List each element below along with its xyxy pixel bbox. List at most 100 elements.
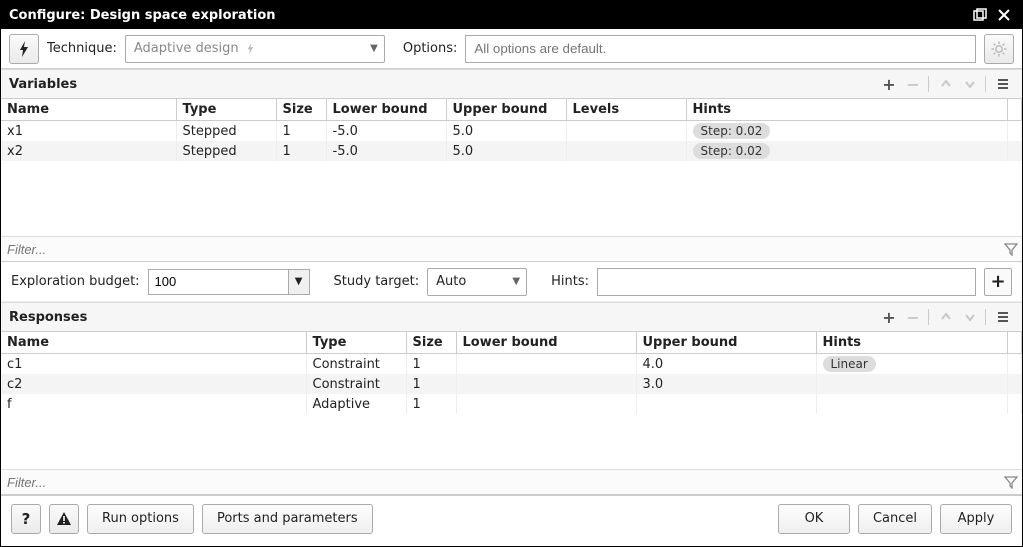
chevron-down-icon: ▼ (512, 276, 520, 287)
variables-add-button[interactable]: + (878, 73, 900, 95)
cell-hints[interactable] (816, 374, 1008, 394)
run-options-button[interactable]: Run options (87, 504, 194, 534)
title-bar: Configure: Design space exploration (1, 1, 1022, 29)
filter-icon[interactable] (1004, 242, 1018, 256)
close-icon[interactable] (994, 5, 1014, 25)
col-levels[interactable]: Levels (566, 99, 686, 121)
separator (928, 309, 929, 325)
options-label: Options: (403, 41, 458, 56)
options-input[interactable] (465, 35, 976, 63)
col-hints[interactable]: Hints (816, 332, 1008, 354)
cell-hints[interactable]: Step: 0.02 (686, 141, 1008, 161)
study-label: Study target: (334, 274, 420, 289)
help-button[interactable]: ? (11, 504, 41, 534)
variables-filter-input[interactable] (5, 240, 1018, 259)
cell-name[interactable]: x1 (1, 121, 176, 141)
cell-hints[interactable]: Step: 0.02 (686, 121, 1008, 141)
cell-lower[interactable]: -5.0 (326, 141, 446, 161)
filter-icon[interactable] (1004, 475, 1018, 489)
hints-add-button[interactable]: + (984, 268, 1012, 296)
col-hints[interactable]: Hints (686, 99, 1008, 121)
budget-spinner[interactable]: ▼ (288, 269, 310, 295)
variables-filter-row (1, 236, 1022, 262)
warning-button[interactable] (49, 504, 79, 534)
col-type[interactable]: Type (176, 99, 276, 121)
footer-bar: ? Run options Ports and parameters OK Ca… (1, 495, 1022, 541)
ok-button[interactable]: OK (778, 504, 850, 534)
cell-size[interactable]: 1 (276, 141, 326, 161)
table-row[interactable]: c2 Constraint 1 3.0 (1, 374, 1022, 394)
cell-lower[interactable] (456, 394, 636, 414)
responses-move-down-button[interactable] (959, 306, 981, 328)
variables-move-down-button[interactable] (959, 73, 981, 95)
col-lower[interactable]: Lower bound (326, 99, 446, 121)
col-upper[interactable]: Upper bound (446, 99, 566, 121)
col-tail (1008, 332, 1022, 354)
col-upper[interactable]: Upper bound (636, 332, 816, 354)
cell-upper[interactable]: 5.0 (446, 121, 566, 141)
col-name[interactable]: Name (1, 99, 176, 121)
chevron-down-icon: ▼ (370, 43, 378, 54)
cell-name[interactable]: c1 (1, 354, 306, 374)
cell-lower[interactable] (456, 354, 636, 374)
cell-name[interactable]: x2 (1, 141, 176, 161)
cell-size[interactable]: 1 (276, 121, 326, 141)
cell-levels[interactable] (566, 121, 686, 141)
separator (985, 76, 986, 92)
apply-button[interactable]: Apply (940, 504, 1012, 534)
cell-type[interactable]: Constraint (306, 354, 406, 374)
cell-type[interactable]: Constraint (306, 374, 406, 394)
col-size[interactable]: Size (406, 332, 456, 354)
responses-menu-button[interactable] (992, 306, 1014, 328)
settings-gear-button[interactable] (984, 34, 1014, 64)
cell-size[interactable]: 1 (406, 354, 456, 374)
responses-filter-input[interactable] (5, 473, 1018, 492)
table-row[interactable]: x2 Stepped 1 -5.0 5.0 Step: 0.02 (1, 141, 1022, 161)
window-title: Configure: Design space exploration (9, 8, 276, 23)
col-type[interactable]: Type (306, 332, 406, 354)
ports-parameters-button[interactable]: Ports and parameters (202, 504, 373, 534)
col-name[interactable]: Name (1, 332, 306, 354)
hint-pill: Step: 0.02 (693, 123, 771, 139)
middle-controls: Exploration budget: ▼ Study target: Auto… (1, 262, 1022, 302)
table-row[interactable]: f Adaptive 1 (1, 394, 1022, 414)
col-lower[interactable]: Lower bound (456, 332, 636, 354)
maximize-icon[interactable] (970, 5, 990, 25)
cell-hints[interactable] (816, 394, 1008, 414)
cell-upper[interactable] (636, 394, 816, 414)
study-target-select[interactable]: Auto ▼ (427, 268, 527, 296)
responses-move-up-button[interactable] (935, 306, 957, 328)
variables-title: Variables (9, 77, 77, 92)
cell-type[interactable]: Stepped (176, 121, 276, 141)
cell-size[interactable]: 1 (406, 394, 456, 414)
hints-input[interactable] (597, 268, 976, 296)
cell-hints[interactable]: Linear (816, 354, 1008, 374)
cell-levels[interactable] (566, 141, 686, 161)
cell-upper[interactable]: 5.0 (446, 141, 566, 161)
cell-name[interactable]: c2 (1, 374, 306, 394)
responses-add-button[interactable]: + (878, 306, 900, 328)
budget-input[interactable] (148, 269, 288, 295)
responses-section-header: Responses + − (1, 302, 1022, 332)
variables-move-up-button[interactable] (935, 73, 957, 95)
cell-lower[interactable]: -5.0 (326, 121, 446, 141)
run-icon-button[interactable] (9, 34, 39, 64)
cancel-button[interactable]: Cancel (858, 504, 932, 534)
hint-pill: Step: 0.02 (693, 143, 771, 159)
cell-upper[interactable]: 4.0 (636, 354, 816, 374)
cell-lower[interactable] (456, 374, 636, 394)
variables-remove-button[interactable]: − (902, 73, 924, 95)
table-row[interactable]: c1 Constraint 1 4.0 Linear (1, 354, 1022, 374)
technique-toolbar: Technique: Adaptive design ▼ Options: (1, 29, 1022, 69)
cell-type[interactable]: Stepped (176, 141, 276, 161)
cell-name[interactable]: f (1, 394, 306, 414)
cell-size[interactable]: 1 (406, 374, 456, 394)
variables-menu-button[interactable] (992, 73, 1014, 95)
technique-select[interactable]: Adaptive design ▼ (125, 35, 385, 63)
table-row[interactable]: x1 Stepped 1 -5.0 5.0 Step: 0.02 (1, 121, 1022, 141)
cell-type[interactable]: Adaptive (306, 394, 406, 414)
col-size[interactable]: Size (276, 99, 326, 121)
responses-remove-button[interactable]: − (902, 306, 924, 328)
cell-upper[interactable]: 3.0 (636, 374, 816, 394)
technique-value: Adaptive design (134, 41, 239, 56)
